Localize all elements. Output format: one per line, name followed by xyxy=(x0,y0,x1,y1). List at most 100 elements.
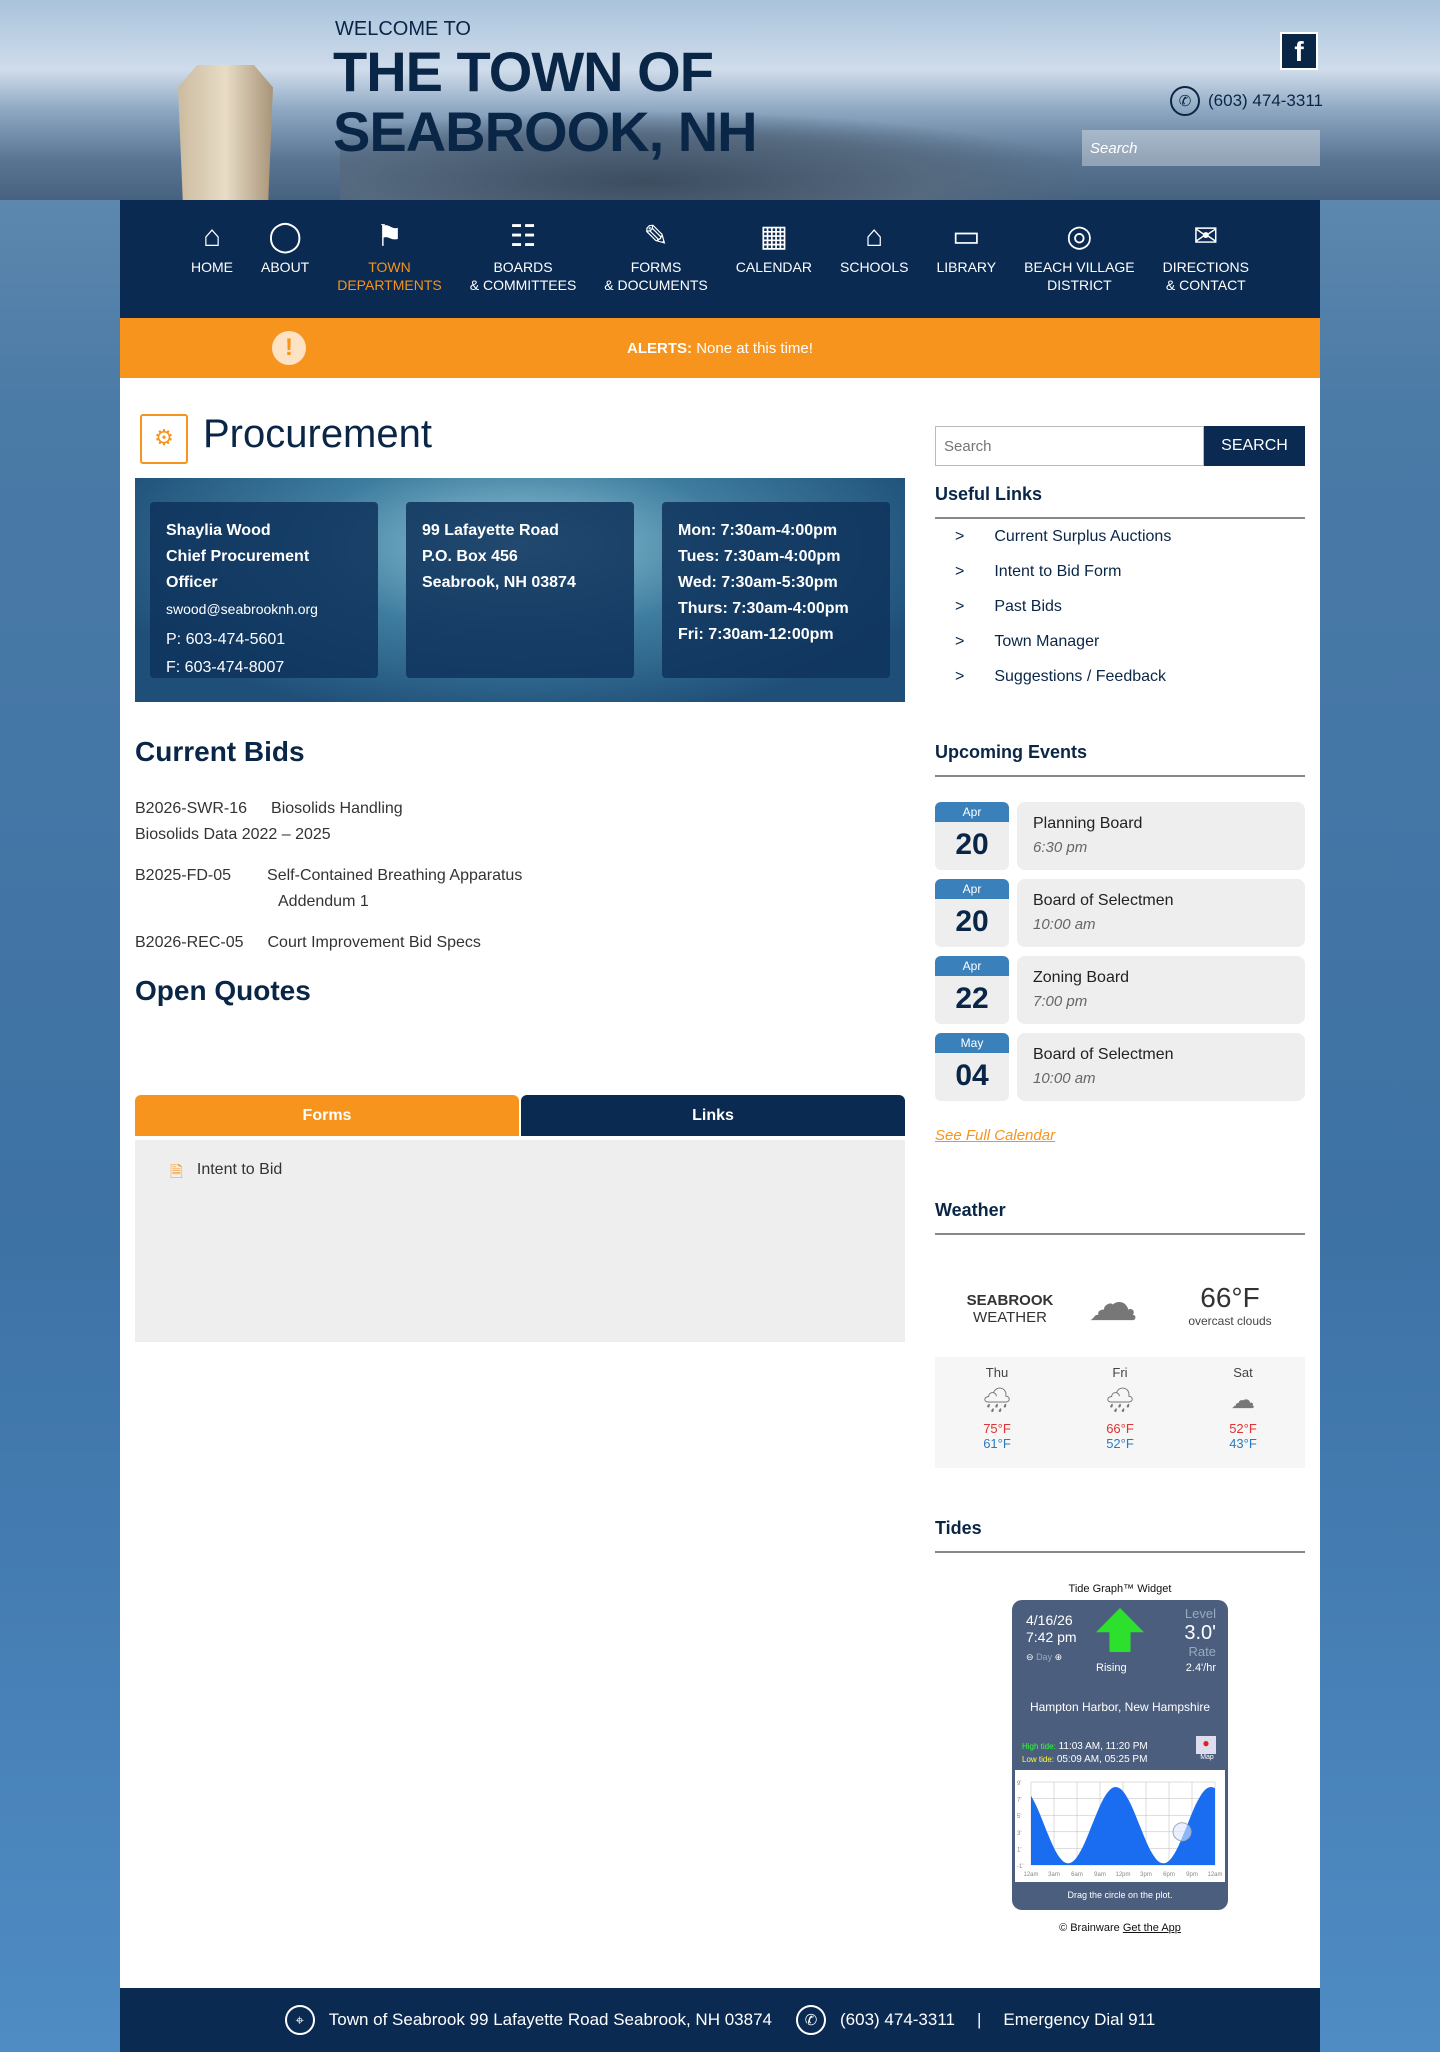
drag-handle[interactable] xyxy=(1172,1822,1192,1842)
nav-icon: ▭ xyxy=(952,220,981,253)
footer-phone[interactable]: (603) 474-3311 xyxy=(840,2010,955,2030)
event-item[interactable]: Apr 22 Zoning Board 7:00 pm xyxy=(935,956,1305,1024)
bid-sub-link[interactable]: Biosolids Data 2022 – 2025 xyxy=(135,826,331,843)
tide-graph[interactable]: 9'7'5'3'1'-1'12am 3am 6am 9am 12pm 3pm 6pm 9pm 1… xyxy=(1015,1770,1225,1882)
chevron-right-icon: > xyxy=(955,598,965,615)
tide-level: 3.0' xyxy=(1184,1622,1216,1644)
hours-line: Thurs: 7:30am-4:00pm xyxy=(678,600,849,617)
forecast-low: 43°F xyxy=(1229,1436,1257,1451)
event-item[interactable]: May 04 Board of Selectmen 10:00 am xyxy=(935,1033,1305,1101)
contact-email-link[interactable]: swood@seabrooknh.org xyxy=(166,601,318,617)
nav-icon: ⌂ xyxy=(865,220,884,253)
bid-link[interactable]: Biosolids Handling xyxy=(271,800,403,817)
chevron-right-icon: > xyxy=(955,633,965,650)
useful-link[interactable]: > Town Manager xyxy=(935,633,1171,668)
forecast-low: 61°F xyxy=(983,1436,1011,1451)
tide-widget-title: Tide Graph™ Widget xyxy=(1068,1583,1172,1595)
nav-item[interactable]: ▭ LIBRARY xyxy=(922,200,1010,318)
title-line-2: SEABROOK, NH xyxy=(333,100,758,163)
day-label: Day xyxy=(1036,1652,1053,1662)
plus-day-button[interactable]: ⊕ xyxy=(1055,1652,1063,1662)
nav-label-2: & COMMITTEES xyxy=(469,277,577,293)
forecast-day-label: Fri xyxy=(1112,1365,1128,1380)
high-tide-label: High tide: xyxy=(1022,1742,1056,1751)
level-label: Level xyxy=(1184,1606,1216,1621)
bid-id: B2025-FD-05 xyxy=(135,867,232,884)
nav-item[interactable]: ☷ BOARDS & COMMITTEES xyxy=(456,200,591,318)
nav-label: CALENDAR xyxy=(735,259,812,275)
useful-link[interactable]: > Past Bids xyxy=(935,598,1171,633)
y-tick-label: 9' xyxy=(1017,1781,1021,1787)
tab-links[interactable]: Links xyxy=(521,1095,905,1136)
x-tick-label: 12am xyxy=(1207,1872,1222,1878)
nav-item[interactable]: ⌂ HOME xyxy=(177,200,247,318)
weather-label-2: WEATHER xyxy=(973,1309,1047,1326)
sidebar-search-button[interactable]: SEARCH xyxy=(1204,426,1305,466)
nav-item[interactable]: ⚑ TOWN DEPARTMENTS xyxy=(323,200,456,318)
title-line-1: THE TOWN OF xyxy=(333,40,714,103)
current-bids-heading: Current Bids xyxy=(135,736,305,767)
nav-icon: ◯ xyxy=(268,220,302,253)
alert-text: None at this time! xyxy=(692,339,813,357)
tab-bar: Forms Links xyxy=(135,1095,905,1136)
address-card: 99 Lafayette Road P.O. Box 456 Seabrook, N… xyxy=(406,502,634,678)
nav-item[interactable]: ✎ FORMS & DOCUMENTS xyxy=(590,200,721,318)
tide-date: 4/16/26 xyxy=(1026,1612,1073,1628)
map-button[interactable]: ● Map xyxy=(1196,1736,1218,1761)
contact-name: Shaylia Wood xyxy=(166,522,271,539)
useful-link[interactable]: > Suggestions / Feedback xyxy=(935,668,1171,703)
header-search-input[interactable] xyxy=(1082,130,1320,166)
event-item[interactable]: Apr 20 Planning Board 6:30 pm xyxy=(935,802,1305,870)
minus-day-button[interactable]: ⊖ xyxy=(1026,1652,1034,1662)
y-tick-label: 1' xyxy=(1017,1847,1021,1853)
footer: ⌖ Town of Seabrook 99 Lafayette Road Seab… xyxy=(120,1988,1320,2052)
contact-card: Shaylia Wood Chief Procurement Officer s… xyxy=(150,502,378,678)
bid-link[interactable]: Court Improvement Bid Specs xyxy=(268,934,481,951)
facebook-icon[interactable]: f xyxy=(1280,32,1318,70)
event-month: Apr xyxy=(935,956,1009,976)
map-icon: ● xyxy=(1196,1736,1216,1754)
nav-item[interactable]: ▦ CALENDAR xyxy=(722,200,826,318)
useful-link[interactable]: > Intent to Bid Form xyxy=(935,563,1171,598)
nav-item[interactable]: ◎ BEACH VILLAGE DISTRICT xyxy=(1010,200,1149,318)
x-tick-label: 9am xyxy=(1094,1872,1106,1878)
x-tick-label: 3pm xyxy=(1140,1872,1152,1878)
tab-forms[interactable]: Forms xyxy=(135,1095,519,1136)
get-app-link[interactable]: Get the App xyxy=(1123,1922,1181,1934)
hours-line: Fri: 7:30am-12:00pm xyxy=(678,626,834,643)
nav-item[interactable]: ✉ DIRECTIONS & CONTACT xyxy=(1149,200,1263,318)
event-item[interactable]: Apr 20 Board of Selectmen 10:00 am xyxy=(935,879,1305,947)
nav-icon: ⚑ xyxy=(376,220,403,253)
nav-item[interactable]: ⌂ SCHOOLS xyxy=(826,200,922,318)
bid-link[interactable]: Self-Contained Breathing Apparatus xyxy=(267,867,522,884)
forecast-day-label: Sat xyxy=(1233,1365,1253,1380)
nav-label-2: DEPARTMENTS xyxy=(337,277,442,293)
bid-item: B2025-FD-05 Self-Contained Breathing Appa… xyxy=(135,863,522,915)
weather-heading: Weather xyxy=(935,1200,1305,1235)
address-line: P.O. Box 456 xyxy=(422,548,518,565)
site-title[interactable]: THE TOWN OF SEABROOK, NH xyxy=(333,40,758,163)
event-info: Zoning Board 7:00 pm xyxy=(1017,956,1305,1024)
event-time: 10:00 am xyxy=(1033,916,1096,933)
forecast-low: 52°F xyxy=(1106,1436,1134,1451)
sidebar-search-input[interactable] xyxy=(935,426,1204,466)
bid-sub-link[interactable]: Addendum 1 xyxy=(278,893,369,910)
forecast-day: Thu 🌧 75°F 61°F xyxy=(935,1357,1059,1468)
useful-link-label: Suggestions / Feedback xyxy=(994,668,1167,685)
event-day: 20 xyxy=(955,905,989,938)
nav-label: LIBRARY xyxy=(936,259,997,275)
useful-link-label: Town Manager xyxy=(994,633,1100,650)
weather-label: SEABROOK WEATHER xyxy=(950,1292,1070,1326)
form-item[interactable]: 🗎 Intent to Bid xyxy=(170,1161,282,1188)
useful-link-label: Past Bids xyxy=(994,598,1062,615)
see-full-calendar-link[interactable]: See Full Calendar xyxy=(935,1127,1055,1144)
x-tick-label: 6am xyxy=(1071,1872,1083,1878)
header-phone[interactable]: ✆ (603) 474-3311 xyxy=(1170,86,1323,116)
event-info: Planning Board 6:30 pm xyxy=(1017,802,1305,870)
useful-link[interactable]: > Current Surplus Auctions xyxy=(935,528,1171,563)
nav-item[interactable]: ◯ ABOUT xyxy=(247,200,323,318)
chevron-right-icon: > xyxy=(955,563,965,580)
tide-widget[interactable]: 4/16/26 7:42 pm ⊖ Day ⊕ Rising Level 3.0' Ra… xyxy=(1012,1600,1228,1910)
hours-card: Mon: 7:30am-4:00pm Tues: 7:30am-4:00pm Wed… xyxy=(662,502,890,678)
nav-label: ABOUT xyxy=(261,259,310,275)
